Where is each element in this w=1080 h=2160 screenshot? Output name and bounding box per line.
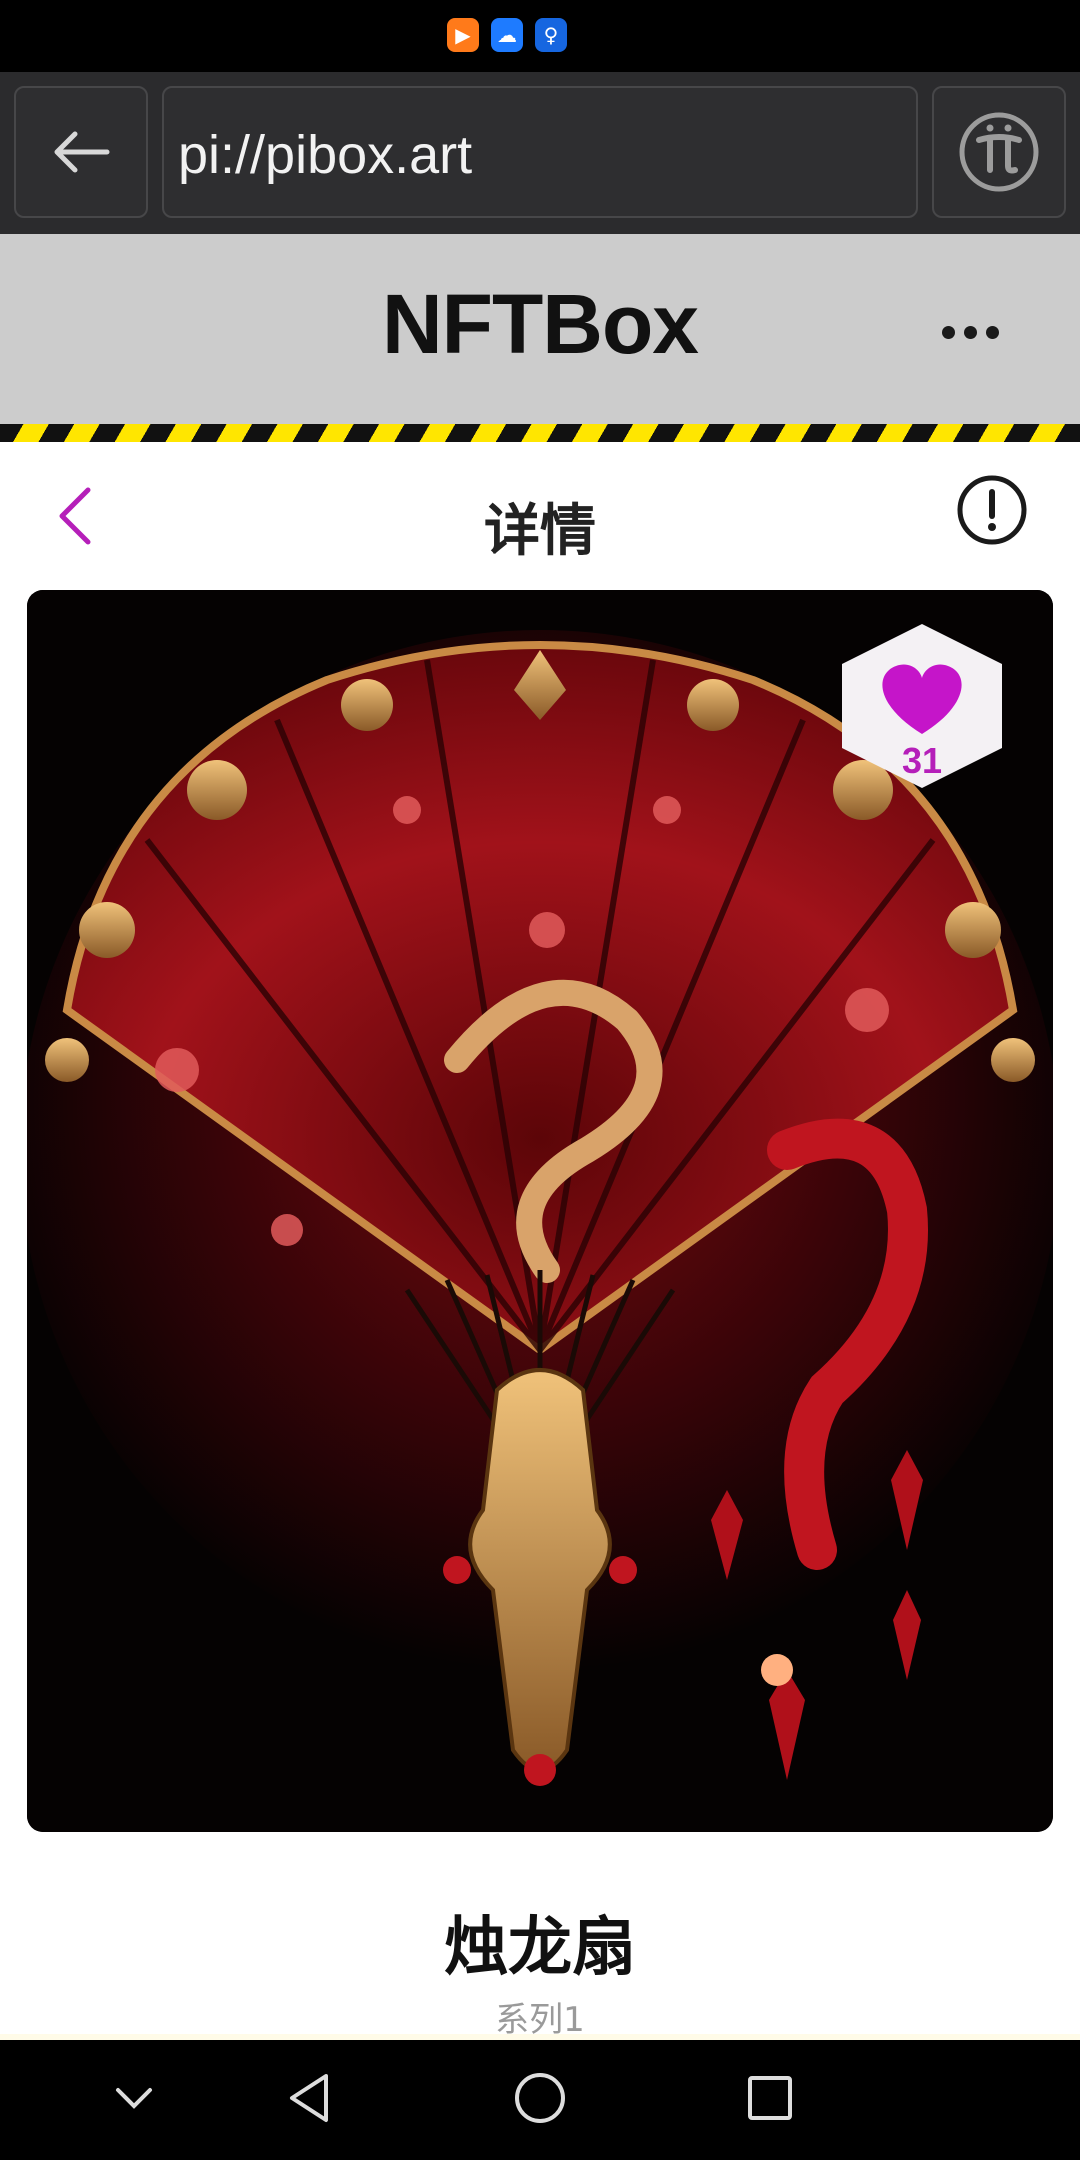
recents-square-icon[interactable]	[744, 2066, 796, 2134]
home-circle-icon[interactable]	[512, 2066, 568, 2134]
pi-wallet-button[interactable]	[932, 86, 1066, 218]
hazard-stripe-divider	[0, 424, 1080, 442]
pi-logo-icon	[959, 112, 1039, 192]
back-triangle-icon[interactable]	[284, 2066, 334, 2134]
like-count: 31	[901, 740, 943, 781]
nft-name: 烛龙扇	[444, 1911, 636, 1985]
app-header: NFTBox	[0, 234, 1080, 424]
more-options-icon[interactable]	[942, 326, 999, 339]
video-app-icon: ▶	[447, 18, 479, 52]
arrow-left-icon	[54, 131, 110, 173]
status-icons: ▶ ☁ ♀	[447, 18, 567, 52]
like-button[interactable]: 31	[834, 622, 1010, 790]
info-icon[interactable]	[956, 474, 1028, 550]
page-title: 详情	[484, 499, 596, 564]
app-title: NFTBox	[382, 277, 699, 371]
url-field[interactable]: pi://pibox.art	[162, 86, 918, 218]
detail-nav-bar: 详情	[0, 442, 1080, 584]
browser-toolbar: pi://pibox.art	[0, 72, 1080, 234]
browser-back-button[interactable]	[14, 86, 148, 218]
bulb-app-icon: ♀	[535, 18, 567, 52]
cloud-app-icon: ☁	[491, 18, 523, 52]
system-nav-bar	[0, 2040, 1080, 2160]
status-bar: ▶ ☁ ♀	[0, 0, 1080, 72]
collapse-chevron-icon[interactable]	[112, 2066, 156, 2134]
url-text: pi://pibox.art	[178, 125, 473, 185]
